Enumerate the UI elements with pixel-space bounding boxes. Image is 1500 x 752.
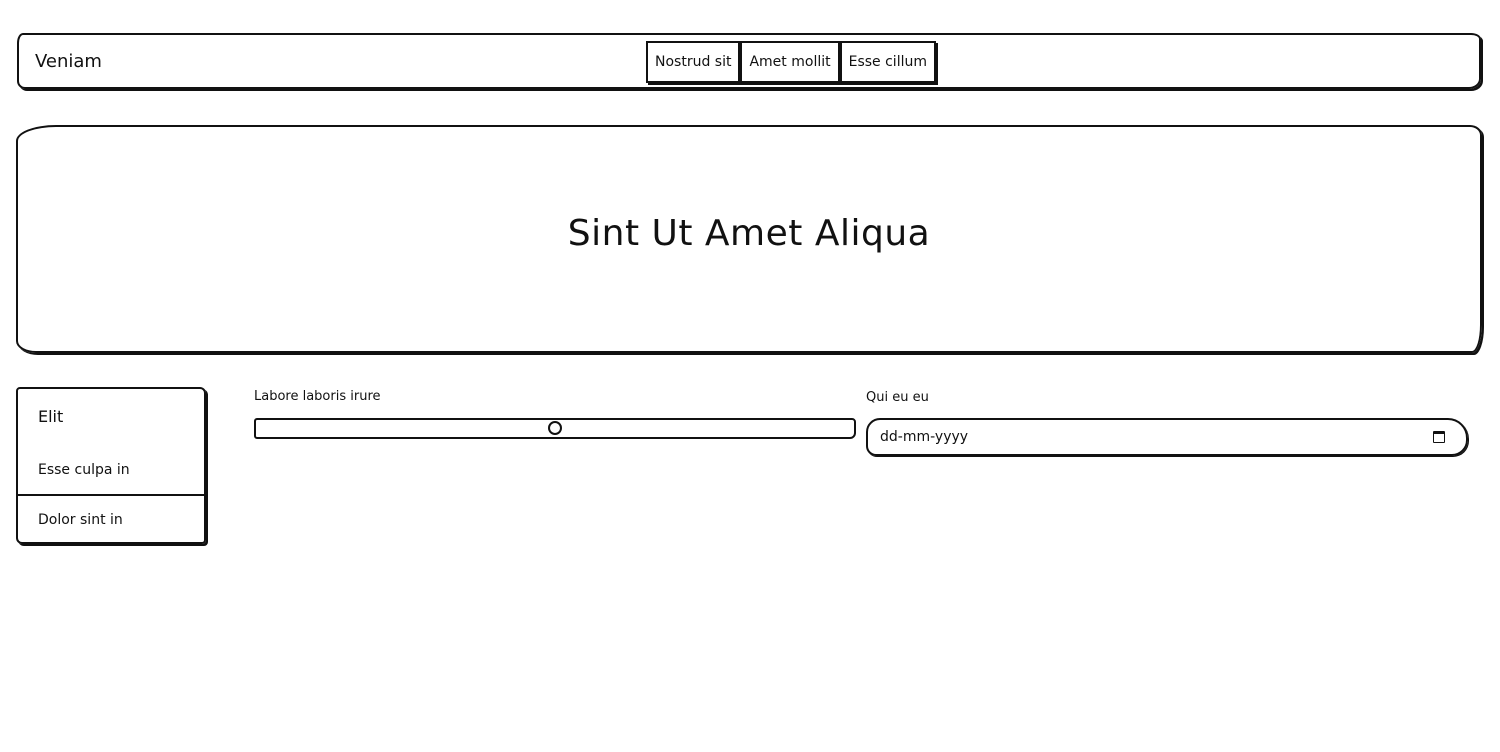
range-label: Labore laboris irure (254, 389, 381, 404)
sidebar-item-dolor-sint-in[interactable]: Dolor sint in (38, 512, 123, 528)
nav-link-esse-cillum[interactable]: Esse cillum (839, 41, 936, 83)
nav-link-nostrud-sit[interactable]: Nostrud sit (646, 41, 741, 83)
hero-title: Sint Ut Amet Aliqua (567, 213, 931, 254)
sidebar-item-esse-culpa-in[interactable]: Esse culpa in (38, 462, 130, 478)
date-label: Qui eu eu (866, 390, 929, 405)
range-slider[interactable] (254, 418, 856, 439)
hero-banner: Sint Ut Amet Aliqua (16, 125, 1482, 353)
sidebar-menu: Elit Esse culpa in Dolor sint in (16, 387, 206, 544)
nav-links: Nostrud sit Amet mollit Esse cillum (646, 41, 936, 83)
date-placeholder: dd-mm-yyyy (880, 429, 969, 445)
brand-name[interactable]: Veniam (35, 51, 102, 72)
range-slider-thumb[interactable] (548, 421, 562, 435)
date-input[interactable]: dd-mm-yyyy (866, 418, 1468, 456)
nav-link-amet-mollit[interactable]: Amet mollit (740, 41, 840, 83)
sidebar-header: Elit (38, 407, 64, 426)
calendar-icon[interactable] (1433, 431, 1445, 443)
sidebar-divider (18, 494, 204, 496)
top-navbar: Veniam Nostrud sit Amet mollit Esse cill… (17, 33, 1481, 89)
